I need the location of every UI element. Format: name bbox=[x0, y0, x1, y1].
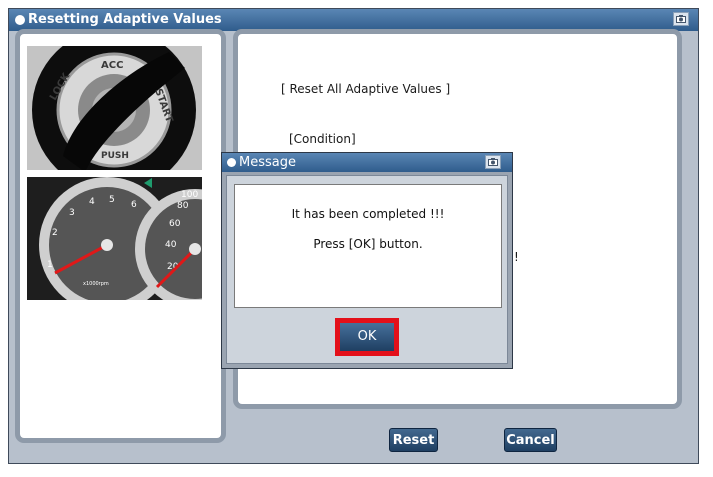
rpm-tick-2: 2 bbox=[52, 228, 58, 238]
rpm-tick-3: 3 bbox=[69, 208, 75, 218]
reset-button[interactable]: Reset bbox=[389, 428, 438, 452]
instruction-message: Press [OK] button. bbox=[313, 237, 423, 251]
camera-icon[interactable] bbox=[673, 12, 689, 26]
window-dot-icon bbox=[15, 15, 25, 25]
dialog-dot-icon bbox=[227, 158, 236, 167]
reset-heading: [ Reset All Adaptive Values ] bbox=[281, 82, 451, 96]
message-dialog: Message It has been completed !!! Press … bbox=[221, 152, 513, 369]
title-bar: Resetting Adaptive Values bbox=[9, 9, 698, 31]
ignition-switch-image: LOCK ACC START PUSH bbox=[27, 46, 202, 170]
dialog-body: It has been completed !!! Press [OK] but… bbox=[226, 175, 508, 364]
condition-label: [Condition] bbox=[289, 132, 356, 146]
completion-message: It has been completed !!! bbox=[291, 207, 445, 221]
message-box: It has been completed !!! Press [OK] but… bbox=[234, 184, 502, 308]
instrument-cluster-image: 1 2 3 4 5 6 20 40 60 80 100 x1000rpm bbox=[27, 177, 202, 300]
dialog-title: Message bbox=[239, 155, 296, 170]
cancel-button[interactable]: Cancel bbox=[504, 428, 557, 452]
rpm-tick-4: 4 bbox=[89, 197, 95, 207]
ok-button[interactable]: OK bbox=[340, 323, 394, 351]
rpm-unit-label: x1000rpm bbox=[83, 281, 109, 287]
push-label: PUSH bbox=[101, 151, 129, 161]
speed-tick-100: 100 bbox=[181, 190, 198, 200]
rpm-tick-5: 5 bbox=[109, 195, 115, 205]
trailing-exclamation: ! bbox=[514, 250, 519, 264]
rpm-tick-6: 6 bbox=[131, 200, 137, 210]
acc-label: ACC bbox=[101, 60, 123, 71]
dialog-title-bar: Message bbox=[222, 153, 512, 172]
rpm-tick-1: 1 bbox=[47, 260, 53, 270]
ok-highlight-frame: OK bbox=[335, 318, 399, 356]
speed-tick-40: 40 bbox=[165, 240, 177, 250]
speed-tick-60: 60 bbox=[169, 219, 181, 229]
window-title: Resetting Adaptive Values bbox=[28, 12, 222, 27]
dialog-camera-icon[interactable] bbox=[485, 155, 501, 169]
speed-tick-80: 80 bbox=[177, 201, 189, 211]
